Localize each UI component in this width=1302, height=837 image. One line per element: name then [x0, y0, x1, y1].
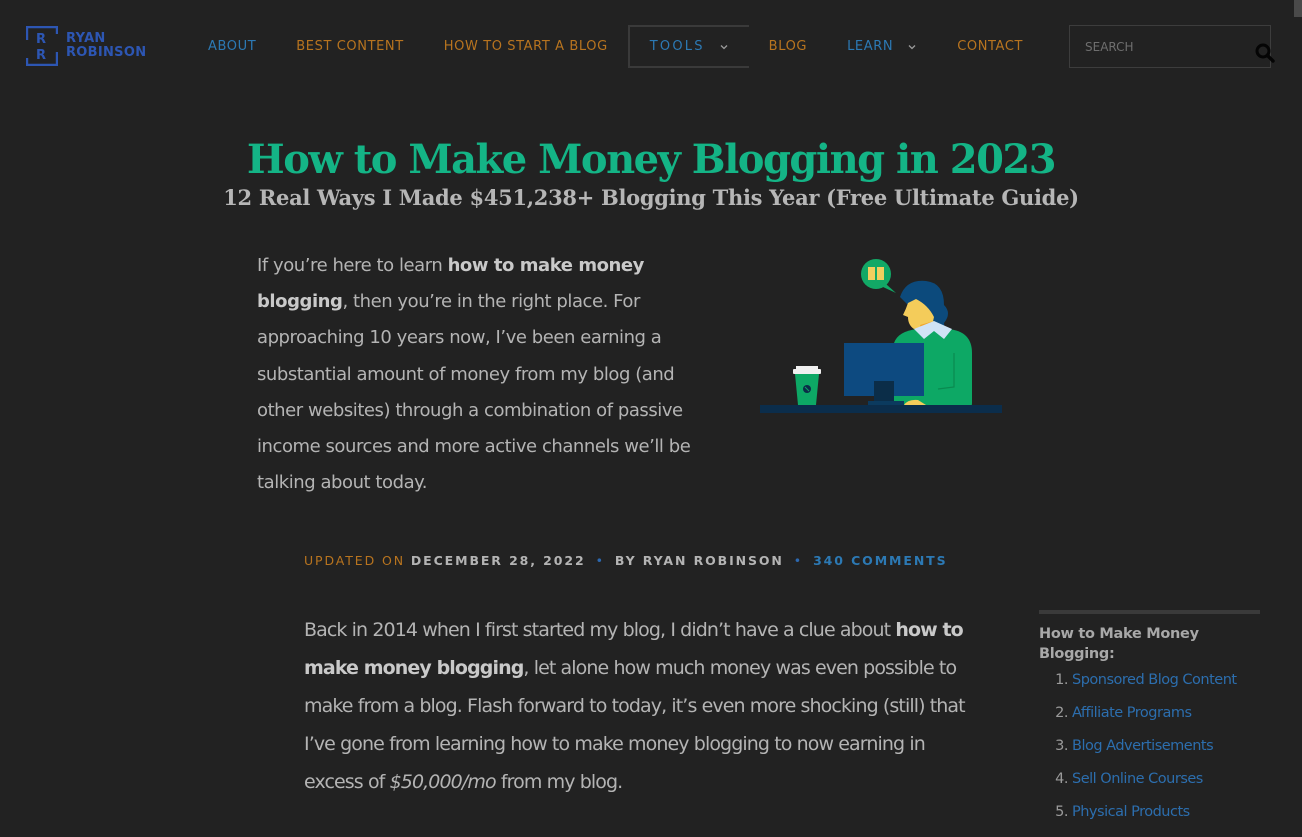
toc-link-physical-products[interactable]: Physical Products	[1072, 804, 1190, 820]
intro-paragraph: If you’re here to learn how to make mone…	[257, 248, 697, 501]
toc-item: 1. Sponsored Blog Content	[1039, 672, 1260, 705]
nav-contact[interactable]: CONTACT	[937, 25, 1043, 68]
updated-label: UPDATED ON	[304, 553, 405, 568]
nav-how-to-start-label: HOW TO START A BLOG	[443, 39, 608, 54]
nav-blog[interactable]: BLOG	[749, 25, 827, 68]
toc-list: 1. Sponsored Blog Content 2. Affiliate Pro…	[1039, 672, 1260, 837]
toc-item-number: 1.	[1055, 672, 1068, 688]
svg-text:R: R	[36, 48, 46, 63]
search-box	[1069, 25, 1275, 68]
toc-item-number: 3.	[1055, 738, 1068, 754]
scrollbar-thumb[interactable]	[1294, 0, 1302, 17]
nav-blog-label: BLOG	[768, 39, 808, 54]
body-paragraph: Back in 2014 when I first started my blo…	[304, 611, 984, 801]
toc-item: 3. Blog Advertisements	[1039, 738, 1260, 771]
nav-how-to-start-a-blog[interactable]: HOW TO START A BLOG	[424, 25, 628, 68]
meta-separator: •	[793, 553, 804, 568]
nav-contact-label: CONTACT	[957, 39, 1024, 54]
site-logo[interactable]: R R RYAN ROBINSON	[26, 26, 146, 66]
toc-link-affiliate-programs[interactable]: Affiliate Programs	[1072, 705, 1192, 721]
logo-line2: ROBINSON	[66, 45, 147, 60]
chevron-down-icon	[720, 44, 728, 49]
toc-item: 4. Sell Online Courses	[1039, 771, 1260, 804]
post-author: BY RYAN ROBINSON	[614, 553, 784, 568]
meta-separator: •	[595, 553, 605, 568]
toc-link-blog-advertisements[interactable]: Blog Advertisements	[1072, 738, 1214, 754]
search-icon[interactable]	[1254, 42, 1276, 64]
page-title: How to Make Money Blogging in 2023	[246, 136, 1057, 183]
page-subtitle: 12 Real Ways I Made $451,238+ Blogging T…	[223, 185, 1079, 210]
toc-item-number: 4.	[1055, 771, 1068, 787]
nav-learn[interactable]: LEARN	[827, 25, 937, 68]
body-italic-amount: $50,000/mo	[389, 771, 497, 793]
toc-link-sponsored-blog-content[interactable]: Sponsored Blog Content	[1072, 672, 1237, 688]
coffee-cup-icon	[793, 366, 821, 405]
body-text-end: from my blog.	[495, 771, 623, 793]
nav-best-content[interactable]: BEST CONTENT	[276, 25, 424, 68]
logo-text: RYAN ROBINSON	[66, 32, 146, 60]
nav-learn-label: LEARN	[847, 39, 894, 54]
post-meta: UPDATED ON DECEMBER 28, 2022 • BY RYAN R…	[304, 553, 948, 568]
logo-mark-icon: R R	[26, 26, 58, 66]
comments-link[interactable]: 340 COMMENTS	[813, 553, 947, 568]
toc-title: How to Make Money Blogging:	[1039, 626, 1199, 662]
main-nav: ABOUT BEST CONTENT HOW TO START A BLOG T…	[188, 25, 1043, 68]
nav-tools-label: TOOLS	[649, 39, 705, 54]
intro-text: If you’re here to learn	[257, 255, 448, 276]
intro-text-rest: , then you’re in the right place. For ap…	[257, 291, 691, 494]
nav-best-content-label: BEST CONTENT	[296, 39, 404, 54]
nav-about[interactable]: ABOUT	[188, 25, 276, 68]
toc-item: 5. Physical Products	[1039, 804, 1260, 837]
toc-item-number: 2.	[1055, 705, 1068, 721]
logo-line1: RYAN	[66, 31, 106, 46]
toc-item: 2. Affiliate Programs	[1039, 705, 1260, 738]
svg-text:R: R	[36, 32, 46, 47]
post-date: DECEMBER 28, 2022	[410, 553, 586, 568]
chevron-down-icon	[908, 44, 916, 49]
speech-bubble-icon	[861, 259, 896, 293]
toc-divider	[1039, 610, 1260, 614]
body-text: Back in 2014 when I first started my blo…	[304, 619, 896, 641]
nav-about-label: ABOUT	[208, 39, 257, 54]
search-input[interactable]	[1070, 26, 1245, 67]
table-of-contents: How to Make Money Blogging: 1. Sponsored …	[1039, 610, 1260, 837]
nav-tools[interactable]: TOOLS	[627, 25, 749, 68]
toc-item-number: 5.	[1055, 804, 1068, 820]
toc-link-sell-online-courses[interactable]: Sell Online Courses	[1072, 771, 1203, 787]
person-at-computer-illustration	[760, 259, 1002, 413]
